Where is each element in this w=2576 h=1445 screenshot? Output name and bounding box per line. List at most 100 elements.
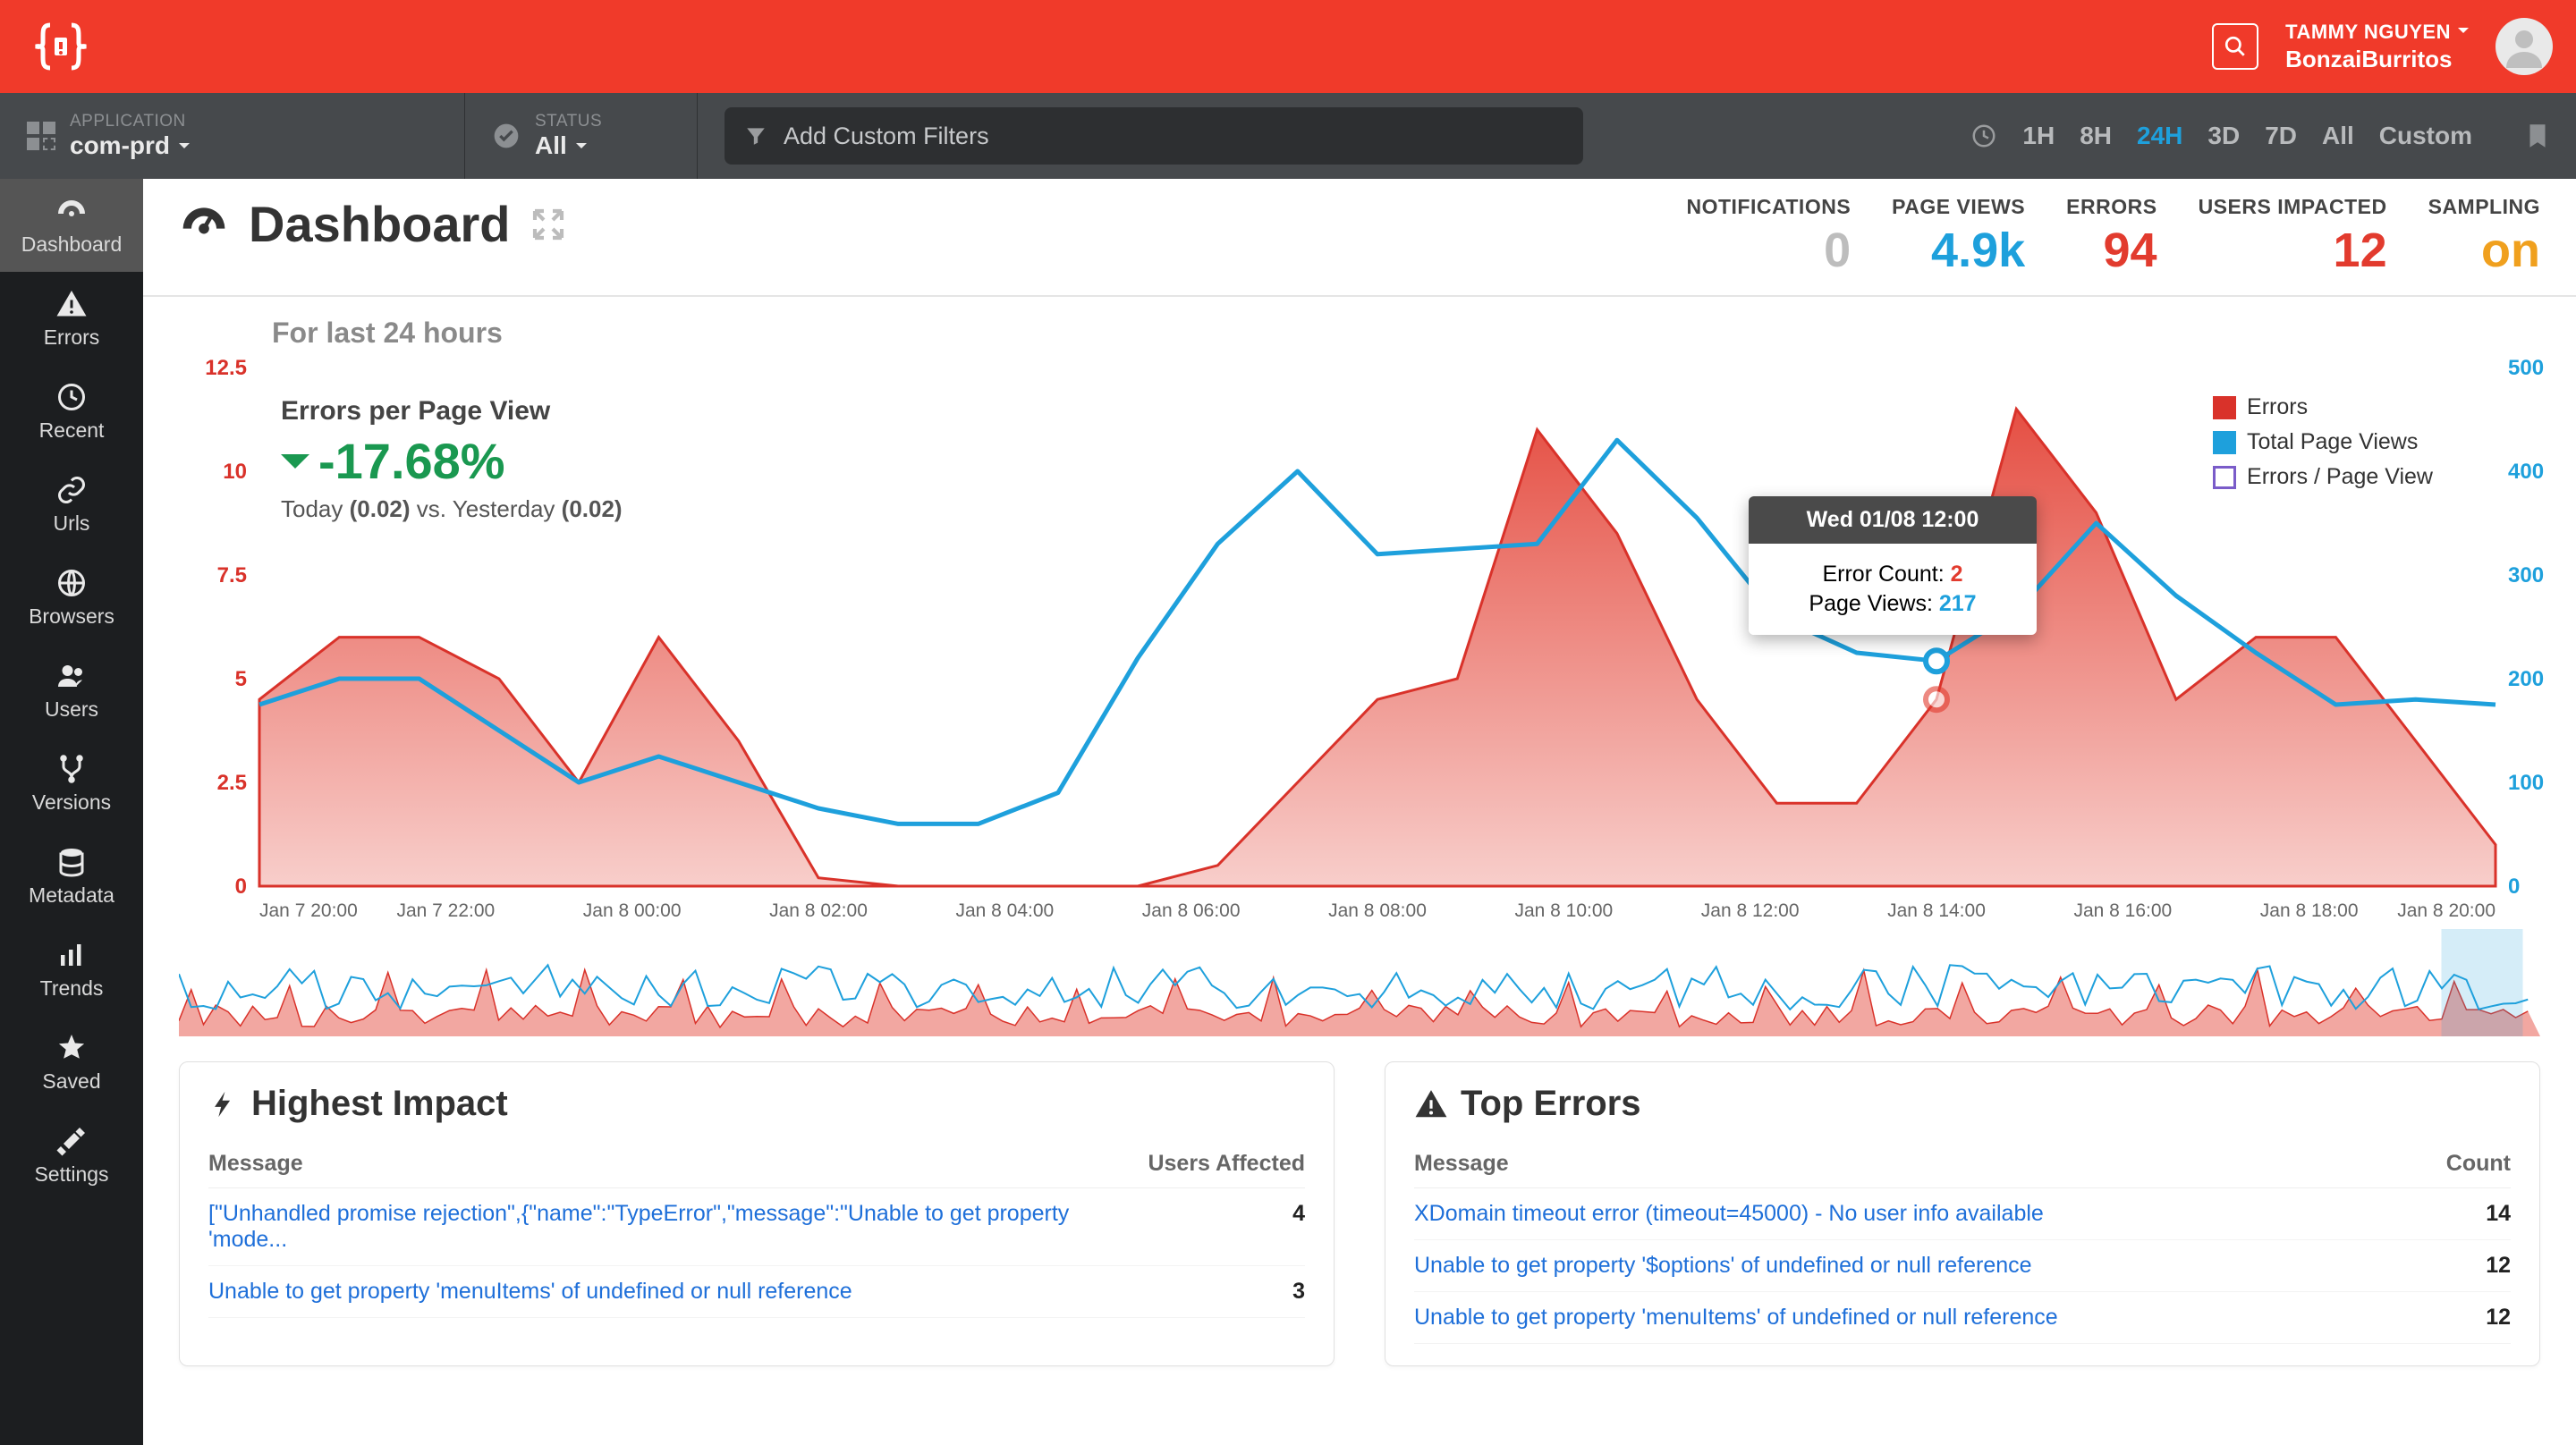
sidebar-item-label: Browsers	[29, 604, 114, 629]
sidebar-item-versions[interactable]: Versions	[0, 737, 143, 830]
sidebar-item-metadata[interactable]: Metadata	[0, 830, 143, 923]
svg-text:100: 100	[2508, 771, 2544, 795]
svg-text:Jan 8 12:00: Jan 8 12:00	[1701, 900, 1800, 921]
status-selector[interactable]: STATUS All	[465, 93, 698, 179]
sidebar-item-dashboard[interactable]: Dashboard	[0, 179, 143, 272]
globe-icon	[55, 567, 88, 599]
table-row[interactable]: Unable to get property '$options' of und…	[1414, 1240, 2511, 1292]
filter-icon	[744, 124, 767, 148]
svg-text:300: 300	[2508, 563, 2544, 587]
expand-icon[interactable]	[530, 207, 566, 242]
main-chart[interactable]: 02.557.51012.50100200300400500Jan 7 20:0…	[179, 359, 2540, 913]
kpi-notifications[interactable]: NOTIFICATIONS0	[1686, 195, 1851, 278]
check-circle-icon	[492, 122, 521, 150]
user-name: TAMMY NGUYEN	[2285, 21, 2451, 44]
sidebar-item-recent[interactable]: Recent	[0, 365, 143, 458]
custom-filter-placeholder: Add Custom Filters	[784, 123, 989, 150]
sidebar: Dashboard Errors Recent Urls Browsers Users Ve…	[0, 179, 143, 1445]
svg-text:Jan 8 00:00: Jan 8 00:00	[583, 900, 682, 921]
svg-text:Jan 7 22:00: Jan 7 22:00	[396, 900, 495, 921]
svg-text:Jan 8 02:00: Jan 8 02:00	[769, 900, 868, 921]
svg-text:0: 0	[2508, 875, 2520, 899]
svg-text:200: 200	[2508, 667, 2544, 691]
svg-text:Jan 8 16:00: Jan 8 16:00	[2073, 900, 2172, 921]
table-row[interactable]: XDomain timeout error (timeout=45000) - …	[1414, 1188, 2511, 1240]
svg-text:7.5: 7.5	[217, 563, 247, 587]
error-link[interactable]: Unable to get property 'menuItems' of un…	[208, 1279, 852, 1304]
app-logo[interactable]	[25, 15, 97, 78]
highest-impact-panel: Highest Impact MessageUsers Affected["Un…	[179, 1061, 1335, 1366]
sidebar-item-settings[interactable]: Settings	[0, 1109, 143, 1202]
time-range-7d[interactable]: 7D	[2265, 122, 2297, 150]
svg-text:Jan 8 20:00: Jan 8 20:00	[2397, 900, 2496, 921]
svg-text:Jan 8 04:00: Jan 8 04:00	[955, 900, 1054, 921]
gauge-icon	[179, 199, 229, 249]
table-row[interactable]: ["Unhandled promise rejection",{"name":"…	[208, 1188, 1305, 1266]
bookmark-button[interactable]	[2499, 121, 2576, 151]
avatar[interactable]	[2496, 18, 2553, 75]
search-button[interactable]	[2212, 23, 2258, 70]
user-menu[interactable]: TAMMY NGUYEN BonzaiBurritos	[2285, 21, 2469, 73]
kpi-page-views[interactable]: PAGE VIEWS4.9k	[1892, 195, 2025, 278]
branch-icon	[55, 753, 88, 785]
tools-icon	[55, 1125, 88, 1157]
sidebar-item-label: Users	[45, 697, 98, 722]
time-range-3d[interactable]: 3D	[2207, 122, 2240, 150]
user-icon	[2503, 25, 2546, 68]
error-link[interactable]: Unable to get property 'menuItems' of un…	[1414, 1305, 2058, 1330]
application-selector[interactable]: APPLICATION com-prd	[0, 93, 465, 179]
svg-text:Jan 8 18:00: Jan 8 18:00	[2260, 900, 2359, 921]
time-range-8h[interactable]: 8H	[2080, 122, 2112, 150]
link-icon	[55, 474, 88, 506]
table-row[interactable]: Unable to get property 'menuItems' of un…	[208, 1266, 1305, 1318]
bars-icon	[55, 939, 88, 971]
sidebar-item-users[interactable]: Users	[0, 644, 143, 737]
time-range-selector: 1H 8H 24H 3D 7D All Custom	[1944, 122, 2499, 150]
chart-subtitle: For last 24 hours	[272, 317, 2540, 350]
svg-text:10: 10	[223, 460, 247, 484]
time-range-24h[interactable]: 24H	[2137, 122, 2182, 150]
sidebar-item-label: Dashboard	[21, 232, 123, 257]
page-title: Dashboard	[249, 195, 511, 253]
custom-filter-input[interactable]: Add Custom Filters	[724, 107, 1583, 165]
sidebar-item-browsers[interactable]: Browsers	[0, 551, 143, 644]
time-range-custom[interactable]: Custom	[2379, 122, 2472, 150]
svg-text:Jan 8 14:00: Jan 8 14:00	[1887, 900, 1986, 921]
svg-text:2.5: 2.5	[217, 771, 247, 795]
sidebar-item-label: Settings	[34, 1162, 108, 1187]
kpi-sampling[interactable]: SAMPLINGon	[2428, 195, 2540, 278]
organization-name: BonzaiBurritos	[2285, 46, 2469, 73]
status-label: STATUS	[535, 112, 602, 131]
search-icon	[2224, 35, 2247, 58]
sidebar-item-saved[interactable]: Saved	[0, 1016, 143, 1109]
kpi-errors[interactable]: ERRORS94	[2066, 195, 2157, 278]
error-link[interactable]: ["Unhandled promise rejection",{"name":"…	[208, 1201, 1069, 1252]
sidebar-item-label: Recent	[39, 418, 105, 443]
sidebar-item-urls[interactable]: Urls	[0, 458, 143, 551]
bookmark-icon	[2522, 121, 2553, 151]
kpi-users-impacted[interactable]: USERS IMPACTED12	[2199, 195, 2387, 278]
delta-summary: Errors per Page View -17.68% Today (0.02…	[281, 396, 623, 523]
warning-icon	[1414, 1087, 1448, 1121]
clock-icon	[1970, 123, 1997, 149]
overview-chart[interactable]	[179, 929, 2540, 1036]
clock-icon	[55, 381, 88, 413]
top-errors-panel: Top Errors MessageCountXDomain timeout e…	[1385, 1061, 2540, 1366]
chevron-down-icon	[576, 131, 587, 160]
sidebar-item-trends[interactable]: Trends	[0, 923, 143, 1016]
time-range-1h[interactable]: 1H	[2022, 122, 2055, 150]
gauge-icon	[55, 195, 88, 227]
sidebar-item-label: Saved	[42, 1069, 100, 1094]
time-range-all[interactable]: All	[2322, 122, 2354, 150]
table-row[interactable]: Unable to get property 'menuItems' of un…	[1414, 1292, 2511, 1344]
error-link[interactable]: XDomain timeout error (timeout=45000) - …	[1414, 1201, 2044, 1226]
sidebar-item-label: Errors	[44, 325, 100, 350]
svg-text:12.5: 12.5	[205, 359, 247, 380]
bolt-icon	[208, 1089, 239, 1120]
kpi-bar: NOTIFICATIONS0 PAGE VIEWS4.9k ERRORS94 USER…	[1686, 195, 2540, 278]
svg-text:5: 5	[235, 667, 247, 691]
database-icon	[55, 846, 88, 878]
error-link[interactable]: Unable to get property '$options' of und…	[1414, 1253, 2032, 1278]
svg-text:Jan 8 10:00: Jan 8 10:00	[1514, 900, 1613, 921]
sidebar-item-errors[interactable]: Errors	[0, 272, 143, 365]
